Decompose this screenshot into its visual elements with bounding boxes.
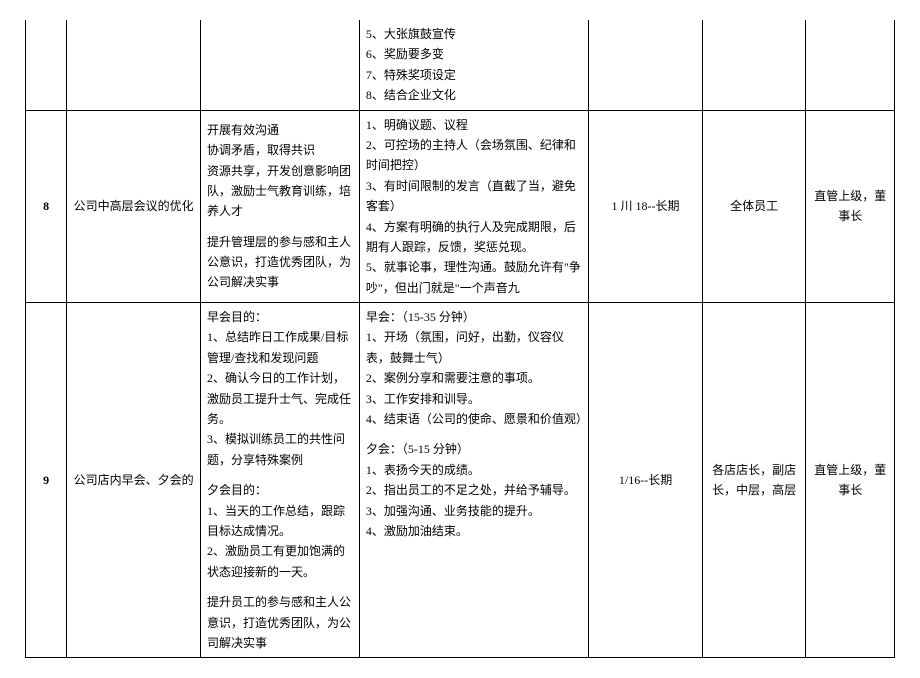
detail-line: 8、结合企业文化 xyxy=(366,85,582,105)
cell-responsible xyxy=(702,20,806,110)
detail-line: 3、工作安排和训导。 xyxy=(366,389,582,409)
cell-num xyxy=(26,20,67,110)
detail-line: 6、奖励要多变 xyxy=(366,44,582,64)
cell-objective: 开展有效沟通 协调矛盾，取得共识 资源共享，开发创意影响团队，激励士气教育训练，… xyxy=(201,110,360,303)
cell-num: 8 xyxy=(26,110,67,303)
cell-time: 1/16--长期 xyxy=(589,303,703,658)
cell-num: 9 xyxy=(26,303,67,658)
cell-topic: 公司中高层会议的优化 xyxy=(67,110,201,303)
cell-supervisor: 直管上级，董事长 xyxy=(806,303,895,658)
section-title: 早会目的： xyxy=(207,307,353,327)
cell-time xyxy=(589,20,703,110)
spacer xyxy=(207,470,353,480)
objective-line: 提升管理层的参与感和主人公意识，打造优秀团队，为公司解决实事 xyxy=(207,232,353,293)
objective-line: 2、确认今日的工作计划，激励员工提升士气、完成任务。 xyxy=(207,368,353,429)
detail-line: 7、特殊奖项设定 xyxy=(366,65,582,85)
objective-line: 3、模拟训练员工的共性问题，分享特殊案例 xyxy=(207,429,353,470)
detail-line: 1、开场（氛围，问好，出勤，仪容仪表，鼓舞士气） xyxy=(366,327,582,368)
objective-line: 1、总结昨日工作成果/目标管理/查找和发现问题 xyxy=(207,327,353,368)
objective-line: 1、当天的工作总结，跟踪目标达成情况。 xyxy=(207,501,353,542)
spacer xyxy=(207,582,353,592)
table-row: 5、大张旗鼓宣传 6、奖励要多变 7、特殊奖项设定 8、结合企业文化 xyxy=(26,20,895,110)
cell-responsible: 各店店长，副店长，中层，高层 xyxy=(702,303,806,658)
table-row: 8 公司中高层会议的优化 开展有效沟通 协调矛盾，取得共识 资源共享，开发创意影… xyxy=(26,110,895,303)
objective-line: 资源共享，开发创意影响团队，激励士气教育训练，培养人才 xyxy=(207,161,353,222)
spacer xyxy=(207,222,353,232)
section-title: 夕会：（5-15 分钟） xyxy=(366,439,582,459)
cell-detail: 1、明确议题、议程 2、可控场的主持人（会场氛围、纪律和时间把控） 3、有时间限… xyxy=(359,110,588,303)
detail-line: 2、指出员工的不足之处，并给予辅导。 xyxy=(366,480,582,500)
detail-line: 5、大张旗鼓宣传 xyxy=(366,24,582,44)
objective-line: 开展有效沟通 xyxy=(207,120,353,140)
cell-objective: 早会目的： 1、总结昨日工作成果/目标管理/查找和发现问题 2、确认今日的工作计… xyxy=(201,303,360,658)
section-title: 早会：（15-35 分钟） xyxy=(366,307,582,327)
detail-line: 1、表扬今天的成绩。 xyxy=(366,460,582,480)
plan-table: 5、大张旗鼓宣传 6、奖励要多变 7、特殊奖项设定 8、结合企业文化 8 公司中… xyxy=(25,20,895,658)
section-title: 夕会目的： xyxy=(207,480,353,500)
cell-detail: 早会：（15-35 分钟） 1、开场（氛围，问好，出勤，仪容仪表，鼓舞士气） 2… xyxy=(359,303,588,658)
detail-line: 2、案例分享和需要注意的事项。 xyxy=(366,368,582,388)
table-row: 9 公司店内早会、夕会的 早会目的： 1、总结昨日工作成果/目标管理/查找和发现… xyxy=(26,303,895,658)
detail-line: 1、明确议题、议程 xyxy=(366,115,582,135)
cell-supervisor: 直管上级，董事长 xyxy=(806,110,895,303)
objective-footer: 提升员工的参与感和主人公意识，打造优秀团队，为公司解决实事 xyxy=(207,592,353,653)
detail-line: 4、方案有明确的执行人及完成期限，后期有人跟踪，反馈，奖惩兑现。 xyxy=(366,217,582,258)
detail-line: 3、加强沟通、业务技能的提升。 xyxy=(366,501,582,521)
cell-topic xyxy=(67,20,201,110)
cell-detail: 5、大张旗鼓宣传 6、奖励要多变 7、特殊奖项设定 8、结合企业文化 xyxy=(359,20,588,110)
detail-line: 5、就事论事，理性沟通。鼓励允许有"争吵"，但出门就是"一个声音九 xyxy=(366,257,582,298)
detail-line: 2、可控场的主持人（会场氛围、纪律和时间把控） xyxy=(366,135,582,176)
objective-line: 协调矛盾，取得共识 xyxy=(207,140,353,160)
detail-line: 3、有时间限制的发言（直截了当，避免客套） xyxy=(366,176,582,217)
detail-line: 4、结束语（公司的使命、愿景和价值观） xyxy=(366,409,582,429)
objective-line: 2、激励员工有更加饱满的状态迎接新的一天。 xyxy=(207,541,353,582)
cell-supervisor xyxy=(806,20,895,110)
cell-time: 1 川 18--长期 xyxy=(589,110,703,303)
cell-objective xyxy=(201,20,360,110)
cell-topic: 公司店内早会、夕会的 xyxy=(67,303,201,658)
spacer xyxy=(366,429,582,439)
cell-responsible: 全体员工 xyxy=(702,110,806,303)
detail-line: 4、激励加油结束。 xyxy=(366,521,582,541)
